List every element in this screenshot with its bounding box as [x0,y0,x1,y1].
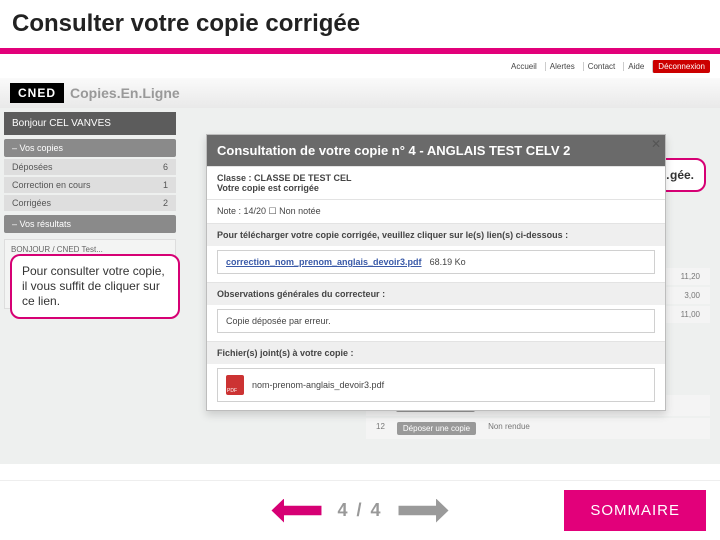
topnav-accueil[interactable]: Accueil [507,62,541,71]
app-name: Copies.En.Ligne [70,85,180,101]
consultation-modal: ✕ Consultation de votre copie n° 4 - ANG… [206,134,666,411]
deposer-button[interactable]: Déposer une copie [397,422,476,435]
app-topnav: Accueil Alertes Contact Aide Déconnexion [0,54,720,78]
prev-arrow-icon[interactable] [271,499,321,523]
observations-header: Observations générales du correcteur : [207,282,665,305]
sidebar-row: Corrigées2 [4,195,176,211]
cned-logo: CNED [10,83,64,103]
observations-body: Copie déposée par erreur. [217,309,655,333]
pdf-icon [226,375,244,395]
slide-title: Consulter votre copie corrigée [0,0,720,54]
modal-class: Classe : CLASSE DE TEST CEL Votre copie … [207,166,665,199]
topnav-contact[interactable]: Contact [583,62,620,71]
attachment-file[interactable]: nom-prenom-anglais_devoir3.pdf [217,368,655,402]
slide-footer: 4 / 4 SOMMAIRE [0,480,720,540]
attachment-filename: nom-prenom-anglais_devoir3.pdf [252,380,384,390]
modal-download-hint: Pour télécharger votre copie corrigée, v… [207,223,665,246]
modal-title: Consultation de votre copie n° 4 - ANGLA… [207,135,665,166]
sidebar-row: Correction en cours1 [4,177,176,193]
correction-file-link[interactable]: correction_nom_prenom_anglais_devoir3.pd… [217,250,655,274]
correction-pdf-link[interactable]: correction_nom_prenom_anglais_devoir3.pd… [226,257,422,267]
welcome-banner: Bonjour CEL VANVES [4,112,176,135]
pagination: 4 / 4 [271,499,448,523]
app-header: CNED Copies.En.Ligne [0,78,720,108]
close-icon[interactable]: ✕ [651,137,661,151]
topnav-aide[interactable]: Aide [623,62,648,71]
sidebar-vos-copies[interactable]: – Vos copies [4,139,176,157]
page-indicator: 4 / 4 [337,500,382,521]
app-screenshot: Accueil Alertes Contact Aide Déconnexion… [0,54,720,464]
sidebar-vos-resultats[interactable]: – Vos résultats [4,215,176,233]
next-arrow-icon[interactable] [399,499,449,523]
topnav-alertes[interactable]: Alertes [545,62,579,71]
sommaire-button[interactable]: SOMMAIRE [564,490,706,531]
topnav-logout[interactable]: Déconnexion [652,60,710,73]
file-size: 68.19 Ko [430,257,466,267]
sidebar-row: Déposées6 [4,159,176,175]
callout-click-link: Pour consulter votre copie, il vous suff… [10,254,180,319]
modal-note: Note : 14/20 ☐ Non notée [207,199,665,223]
attachments-header: Fichier(s) joint(s) à votre copie : [207,341,665,364]
